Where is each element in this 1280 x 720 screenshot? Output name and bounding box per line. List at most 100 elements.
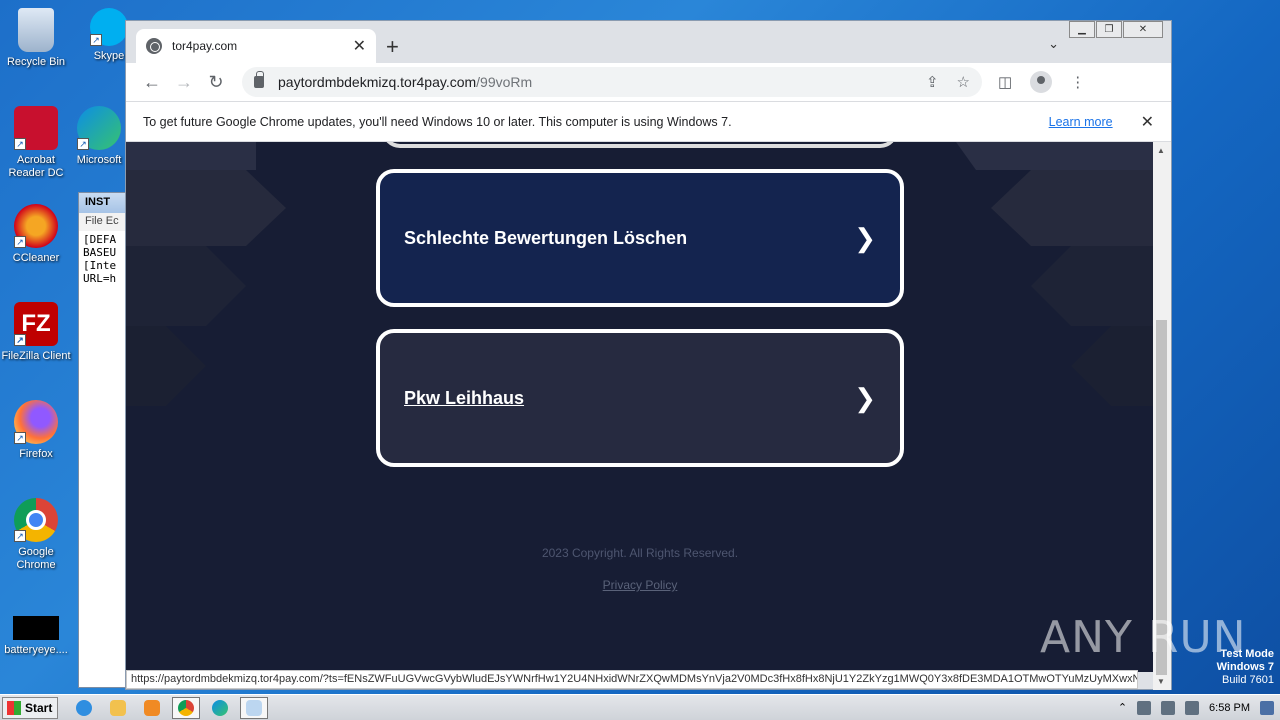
new-tab-button[interactable]: + bbox=[386, 34, 399, 60]
desktop-icon-label: Acrobat Reader DC bbox=[8, 154, 64, 179]
profile-avatar-icon[interactable] bbox=[1030, 71, 1053, 93]
desktop-icon-label: CCleaner bbox=[12, 252, 60, 264]
ccleaner-icon: ↗ bbox=[14, 204, 58, 248]
shortcut-arrow-icon: ↗ bbox=[14, 432, 26, 444]
firefox-icon: ↗ bbox=[14, 400, 58, 444]
taskbar-edge[interactable] bbox=[206, 697, 234, 719]
desktop-icon-label: Recycle Bin bbox=[6, 56, 66, 68]
desktop-icon-recycle-bin[interactable]: Recycle Bin bbox=[0, 8, 72, 69]
internet-explorer-icon bbox=[76, 699, 92, 716]
start-button[interactable]: Start bbox=[2, 696, 58, 719]
anyrun-watermark: ANY RUN bbox=[1040, 612, 1247, 663]
shortcut-arrow-icon: ↗ bbox=[14, 530, 26, 542]
desktop-icon-label: Google Chrome bbox=[16, 546, 56, 571]
card-label: Pkw Leihhaus bbox=[404, 387, 525, 408]
volume-icon[interactable] bbox=[1137, 700, 1152, 715]
taskbar-media-player[interactable] bbox=[138, 697, 166, 719]
skype-icon: ↗ bbox=[90, 8, 128, 46]
shortcut-arrow-icon: ↗ bbox=[77, 138, 89, 150]
status-bubble-url: https://paytordmbdekmizq.tor4pay.com/?ts… bbox=[126, 670, 1138, 689]
tab-active[interactable]: tor4pay.com ✕ bbox=[136, 29, 376, 63]
notepad-icon bbox=[246, 699, 262, 716]
desktop-icon-label: Firefox bbox=[19, 448, 53, 460]
shortcut-arrow-icon: ↗ bbox=[14, 138, 26, 150]
flag-icon[interactable] bbox=[1185, 700, 1200, 715]
tab-strip: tor4pay.com ✕ + ⌄ ▁ ❐ ✕ bbox=[126, 21, 1171, 63]
restore-button[interactable]: ❐ bbox=[1096, 21, 1122, 38]
tab-title: tor4pay.com bbox=[172, 39, 238, 53]
browser-toolbar: ← → ↻ paytordmbdekmizq.tor4pay.com /99vo… bbox=[126, 63, 1171, 101]
forward-arrow-icon[interactable]: → bbox=[168, 72, 200, 93]
desktop-icon-label: Microsoft bbox=[76, 154, 122, 166]
learn-more-link[interactable]: Learn more bbox=[1049, 115, 1113, 129]
desktop-icon-ccleaner[interactable]: ↗ CCleaner bbox=[0, 204, 72, 265]
chevron-down-icon[interactable]: ⌄ bbox=[1048, 36, 1059, 52]
minimize-button[interactable]: ▁ bbox=[1069, 21, 1095, 38]
desktop-icon-edge[interactable]: ↗ Microsoft bbox=[74, 106, 124, 167]
url-host: paytordmbdekmizq.tor4pay.com bbox=[278, 74, 477, 90]
taskbar-chrome[interactable] bbox=[172, 696, 200, 719]
clock[interactable]: 6:58 PM bbox=[1209, 702, 1250, 714]
taskbar-ie[interactable] bbox=[70, 697, 98, 719]
desktop-icon-acrobat[interactable]: ↗ Acrobat Reader DC bbox=[0, 106, 72, 180]
previous-card-edge bbox=[382, 142, 898, 148]
link-card-bewertungen[interactable]: Schlechte Bewertungen Löschen ❯ bbox=[376, 169, 904, 307]
desktop-icon-filezilla[interactable]: FZ ↗ FileZilla Client bbox=[0, 302, 72, 363]
chrome-window: tor4pay.com ✕ + ⌄ ▁ ❐ ✕ ← → ↻ paytordmbd… bbox=[125, 20, 1172, 690]
recycle-bin-icon bbox=[18, 8, 54, 52]
desktop-icon-label: batteryeye.... bbox=[4, 644, 68, 656]
close-infobar-icon[interactable]: ✕ bbox=[1141, 112, 1154, 132]
privacy-policy-link[interactable]: Privacy Policy bbox=[126, 578, 1154, 592]
card-label: Schlechte Bewertungen Löschen bbox=[404, 227, 688, 248]
desktop-icon-label: FileZilla Client bbox=[1, 350, 71, 362]
edge-icon bbox=[212, 699, 228, 716]
shortcut-arrow-icon: ↗ bbox=[14, 334, 26, 346]
desktop-icon-label: Skype bbox=[93, 50, 125, 62]
update-infobar: To get future Google Chrome updates, you… bbox=[126, 101, 1171, 142]
lock-icon[interactable] bbox=[254, 71, 264, 88]
window-controls: ▁ ❐ ✕ bbox=[1068, 21, 1163, 38]
chevron-right-icon: ❯ bbox=[854, 382, 876, 413]
close-tab-icon[interactable]: ✕ bbox=[353, 36, 366, 56]
link-card-pkw-leihhaus[interactable]: Pkw Leihhaus ❯ bbox=[376, 329, 904, 467]
back-arrow-icon[interactable]: ← bbox=[136, 72, 168, 93]
acrobat-icon: ↗ bbox=[14, 106, 58, 150]
batteryeye-icon bbox=[13, 616, 59, 640]
media-player-icon bbox=[144, 699, 160, 716]
windows-logo-icon bbox=[7, 700, 21, 715]
system-tray: ⌃ 6:58 PM bbox=[1118, 700, 1280, 715]
test-mode-label: Test Mode Windows 7 Build 7601 bbox=[1216, 648, 1274, 686]
chrome-icon bbox=[178, 699, 194, 716]
filezilla-icon: FZ ↗ bbox=[14, 302, 58, 346]
globe-icon bbox=[146, 38, 162, 54]
taskbar-explorer[interactable] bbox=[104, 697, 132, 719]
taskbar-notepad[interactable] bbox=[240, 696, 268, 719]
desktop-icon-google-chrome[interactable]: ↗ Google Chrome bbox=[0, 498, 72, 572]
side-panel-icon[interactable]: ◫ bbox=[998, 73, 1012, 91]
scroll-down-icon[interactable]: ▼ bbox=[1157, 677, 1165, 686]
close-window-button[interactable]: ✕ bbox=[1123, 21, 1163, 38]
page-scrollbar[interactable]: ▲ ▼ bbox=[1153, 142, 1171, 690]
desktop-icon-firefox[interactable]: ↗ Firefox bbox=[0, 400, 72, 461]
tray-expand-icon[interactable]: ⌃ bbox=[1118, 701, 1127, 714]
more-menu-icon[interactable]: ⋮ bbox=[1070, 73, 1085, 91]
copyright-text: 2023 Copyright. All Rights Reserved. bbox=[541, 546, 739, 560]
web-page: Schlechte Bewertungen Löschen ❯ Pkw Leih… bbox=[126, 142, 1154, 672]
folder-icon bbox=[110, 699, 126, 716]
chrome-icon: ↗ bbox=[14, 498, 58, 542]
taskbar: Start ⌃ 6:58 PM bbox=[0, 694, 1280, 720]
star-icon[interactable]: ☆ bbox=[957, 73, 970, 91]
scroll-up-icon[interactable]: ▲ bbox=[1157, 146, 1165, 155]
shortcut-arrow-icon: ↗ bbox=[14, 236, 26, 248]
infobar-message: To get future Google Chrome updates, you… bbox=[143, 114, 732, 129]
url-path: /99voRm bbox=[476, 74, 533, 90]
edge-icon: ↗ bbox=[77, 106, 121, 150]
chevron-right-icon: ❯ bbox=[854, 222, 876, 253]
reload-icon[interactable]: ↻ bbox=[200, 72, 232, 93]
show-desktop-icon[interactable] bbox=[1260, 700, 1274, 715]
desktop-icon-batteryeye[interactable]: batteryeye.... bbox=[0, 616, 72, 657]
share-icon[interactable]: ⇪ bbox=[926, 73, 939, 91]
network-icon[interactable] bbox=[1161, 700, 1176, 715]
address-bar[interactable]: paytordmbdekmizq.tor4pay.com /99voRm ⇪ ☆ bbox=[242, 67, 982, 97]
shortcut-arrow-icon: ↗ bbox=[90, 34, 102, 46]
